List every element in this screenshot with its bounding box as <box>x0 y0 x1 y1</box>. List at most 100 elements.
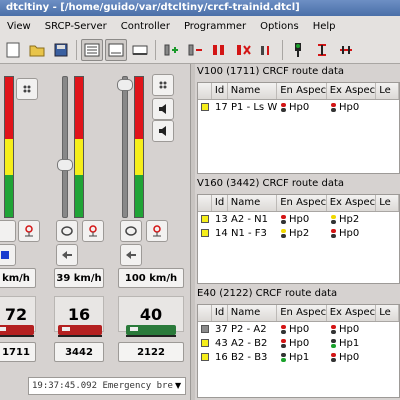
toolbar-separator <box>282 39 283 60</box>
menu-help[interactable]: Help <box>306 21 343 32</box>
crossing-icon[interactable] <box>311 39 333 61</box>
route-color-swatch <box>201 215 209 223</box>
signal-green-icon <box>281 352 286 362</box>
column-header[interactable]: Id <box>212 305 228 321</box>
function-button[interactable] <box>152 74 174 96</box>
toolbar-separator <box>76 39 77 60</box>
entry-aspect: Hp0 <box>278 338 328 349</box>
column-header[interactable] <box>198 305 212 321</box>
column-header[interactable]: Le <box>376 305 399 321</box>
column-header[interactable]: Ex Aspect <box>327 305 377 321</box>
uncouple-button[interactable] <box>82 220 104 242</box>
column-header[interactable]: Id <box>212 83 228 99</box>
column-header[interactable]: Name <box>228 305 278 321</box>
column-header[interactable] <box>198 83 212 99</box>
entry-aspect-label: Hp0 <box>289 101 310 113</box>
info-icon[interactable] <box>256 39 278 61</box>
column-header[interactable]: Name <box>228 83 278 99</box>
column-header[interactable]: Ex Aspect <box>327 195 377 211</box>
throttle-knob[interactable] <box>57 159 73 172</box>
column-header[interactable]: Le <box>376 195 399 211</box>
reverse-arrow-icon[interactable] <box>56 244 78 266</box>
view-2-icon[interactable] <box>105 38 127 61</box>
toolbar <box>0 36 400 64</box>
signal-red-icon <box>281 338 286 348</box>
add-loco-icon[interactable] <box>160 39 182 61</box>
table-row[interactable]: 37 P2 - A2 Hp0 Hp0 <box>198 322 399 336</box>
column-header[interactable]: En Aspect <box>277 83 327 99</box>
uncouple-button[interactable] <box>18 220 40 242</box>
throttle-track[interactable] <box>122 76 128 218</box>
view-3-icon[interactable] <box>129 39 151 61</box>
signal-yellow-icon <box>331 214 336 224</box>
column-header[interactable] <box>198 195 212 211</box>
exit-aspect-label: Hp0 <box>339 101 360 113</box>
column-header[interactable]: Name <box>228 195 278 211</box>
horn-icon[interactable] <box>152 120 174 142</box>
route-table: Id Name En Aspect Ex Aspect Le 13 A2 - N1… <box>197 194 400 284</box>
route-color-swatch <box>201 229 209 237</box>
exit-aspect: Hp2 <box>328 214 378 225</box>
power-on-icon[interactable] <box>208 39 230 61</box>
loco-image <box>124 319 180 339</box>
route-id: 43 <box>215 337 228 349</box>
direction-button[interactable] <box>120 220 142 242</box>
table-body: 17P1 - Ls W 3 Hp0 Hp0 <box>198 100 399 114</box>
route-name: B2 - B3 <box>231 351 268 363</box>
route-id: 37 <box>215 323 228 335</box>
column-header[interactable]: Id <box>212 195 228 211</box>
chevron-down-icon[interactable]: ▼ <box>175 381 181 390</box>
reverse-arrow-icon[interactable] <box>120 244 142 266</box>
loco-address: 3442 <box>54 342 104 362</box>
table-row[interactable]: 43 A2 - B2 Hp0 Hp1 <box>198 336 399 350</box>
signal-green-icon <box>331 338 336 348</box>
column-header[interactable]: Ex Aspect <box>327 83 377 99</box>
table-row[interactable]: 13 A2 - N1 Hp0 Hp2 <box>198 212 399 226</box>
route-color-cell <box>198 353 212 361</box>
more-icon[interactable] <box>335 39 357 61</box>
table-row[interactable]: 17P1 - Ls W 3 Hp0 Hp0 <box>198 100 399 114</box>
route-name: P2 - A2 <box>231 323 267 335</box>
light-button[interactable] <box>0 244 16 266</box>
signal-red-icon <box>281 102 286 112</box>
new-icon[interactable] <box>2 39 24 61</box>
menu-view[interactable]: View <box>0 21 38 32</box>
column-header[interactable]: Le <box>376 83 399 99</box>
direction-button[interactable] <box>56 220 78 242</box>
column-header[interactable]: En Aspect <box>277 195 327 211</box>
exit-aspect: Hp0 <box>328 228 378 239</box>
exit-aspect-label: Hp0 <box>339 227 360 239</box>
power-off-icon[interactable] <box>232 39 254 61</box>
signal-icon[interactable] <box>287 39 309 61</box>
panel-title: E40 (2122) CRCF route data <box>197 288 338 299</box>
entry-aspect: Hp1 <box>278 352 328 363</box>
menu-srcp-server[interactable]: SRCP-Server <box>38 21 114 32</box>
column-header[interactable]: En Aspect <box>277 305 327 321</box>
menu-controller[interactable]: Controller <box>114 21 177 32</box>
table-row[interactable]: 14 N1 - F3 Hp2 Hp0 <box>198 226 399 240</box>
entry-aspect-label: Hp0 <box>289 213 310 225</box>
route-color-swatch <box>201 353 209 361</box>
direction-button[interactable] <box>0 220 16 242</box>
menu-programmer[interactable]: Programmer <box>177 21 253 32</box>
uncouple-button[interactable] <box>146 220 168 242</box>
route-color-cell <box>198 215 212 223</box>
horn-icon[interactable] <box>152 98 174 120</box>
signal-yellow-icon <box>281 228 286 238</box>
route-id: 17 <box>215 101 228 113</box>
speed-meter <box>4 76 14 218</box>
loco-address: 1711 <box>0 342 36 362</box>
throttle-track[interactable] <box>62 76 68 218</box>
view-1-icon[interactable] <box>81 38 103 61</box>
loco-panel: 39 km/h 16 3442 <box>52 64 110 364</box>
save-icon[interactable] <box>50 39 72 61</box>
route-panel: V160 (3442) CRCF route data Id Name En A… <box>195 176 400 286</box>
menu-options[interactable]: Options <box>253 21 306 32</box>
remove-loco-icon[interactable] <box>184 39 206 61</box>
table-row[interactable]: 16 B2 - B3 Hp1 Hp0 <box>198 350 399 364</box>
open-icon[interactable] <box>26 39 48 61</box>
entry-aspect-label: Hp0 <box>289 323 310 335</box>
throttle-knob[interactable] <box>117 78 133 91</box>
function-button[interactable] <box>16 78 38 100</box>
route-data-area: V100 (1711) CRCF route data Id Name En A… <box>195 64 400 400</box>
